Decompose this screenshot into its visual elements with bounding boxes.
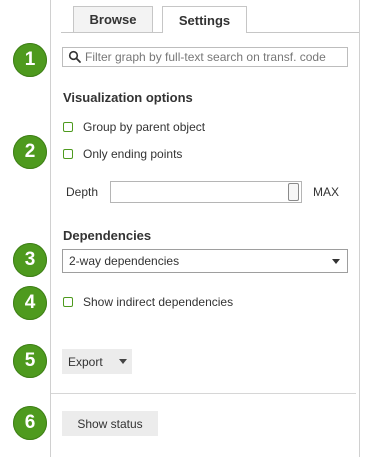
dependencies-heading: Dependencies (63, 228, 152, 243)
depth-slider[interactable] (110, 181, 302, 203)
panel-left-border (50, 0, 51, 457)
caret-down-icon (119, 359, 127, 364)
show-indirect-checkbox[interactable] (63, 297, 73, 307)
show-indirect-label: Show indirect dependencies (83, 295, 234, 309)
only-ending-points-checkbox-row[interactable]: Only ending points (63, 147, 182, 161)
search-field[interactable] (62, 47, 348, 67)
export-dropdown-button[interactable]: Export (62, 349, 132, 374)
group-by-parent-checkbox[interactable] (63, 122, 73, 132)
section-divider (51, 393, 356, 394)
search-icon (68, 50, 81, 63)
step-badge-5: 5 (13, 344, 47, 378)
settings-panel-page: Browse Settings 1 2 3 4 5 6 Visualizatio… (0, 0, 365, 457)
group-by-parent-label: Group by parent object (83, 120, 206, 134)
search-input[interactable] (83, 50, 347, 64)
visualization-options-heading: Visualization options (63, 90, 193, 105)
chevron-down-icon (332, 259, 340, 264)
step-badge-2: 2 (13, 135, 47, 169)
export-label: Export (68, 354, 103, 369)
depth-max-label: MAX (313, 185, 340, 199)
panel-right-border (359, 0, 360, 457)
show-status-button[interactable]: Show status (62, 411, 158, 436)
only-ending-points-checkbox[interactable] (63, 149, 73, 159)
step-badge-3: 3 (13, 243, 47, 277)
dependencies-select-value: 2-way dependencies (69, 254, 180, 268)
depth-slider-handle[interactable] (288, 183, 299, 201)
only-ending-points-label: Only ending points (83, 147, 183, 161)
dependencies-select[interactable]: 2-way dependencies (62, 249, 348, 273)
step-badge-6: 6 (13, 406, 47, 440)
depth-label: Depth (66, 185, 99, 199)
tab-browse[interactable]: Browse (73, 6, 153, 32)
show-indirect-checkbox-row[interactable]: Show indirect dependencies (63, 295, 233, 309)
group-by-parent-checkbox-row[interactable]: Group by parent object (63, 120, 205, 134)
tab-settings[interactable]: Settings (162, 6, 247, 33)
step-badge-1: 1 (13, 43, 47, 77)
step-badge-4: 4 (13, 286, 47, 320)
